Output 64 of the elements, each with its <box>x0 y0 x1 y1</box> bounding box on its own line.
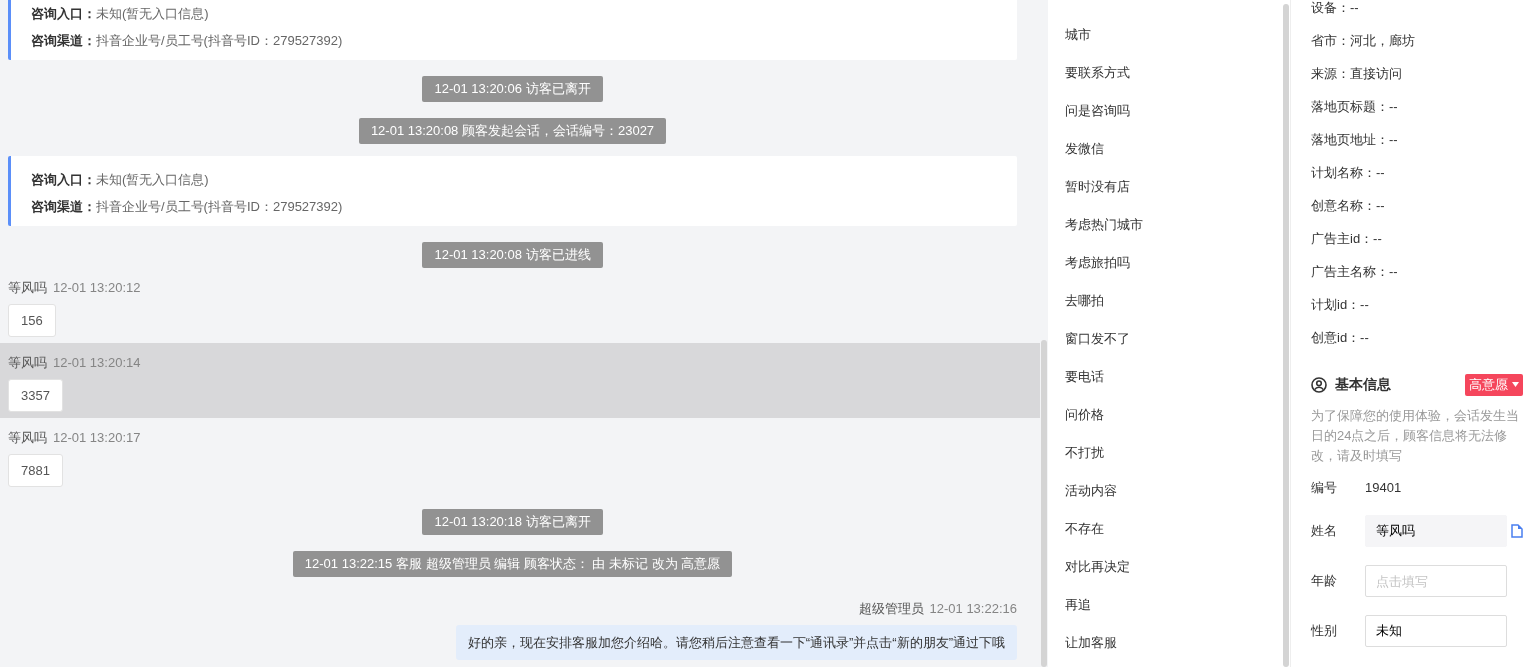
input-field[interactable]: 未知 <box>1365 615 1507 647</box>
info-text: 创意名称：-- <box>1311 197 1386 215</box>
field-value: 19401 <box>1365 478 1402 497</box>
sender-name: 等风吗 <box>8 280 47 295</box>
quick-reply-item[interactable]: 要电话 <box>1048 358 1282 396</box>
info-line: 咨询入口：未知(暂无入口信息) <box>31 5 210 23</box>
caret-icon <box>1512 382 1519 388</box>
copy-icon[interactable] <box>1511 524 1523 538</box>
info-text: 计划名称：-- <box>1311 164 1386 182</box>
info-line: 咨询入口：未知(暂无入口信息) <box>31 171 210 189</box>
message-bubble: 7881 <box>8 453 63 487</box>
scrollbar-thumb[interactable] <box>1283 4 1289 667</box>
system-message: 12-01 13:22:15 客服 超级管理员 编辑 顾客状态： 由 未标记 改为 高意愿 <box>292 551 733 577</box>
quick-reply-item[interactable]: 考虑热门城市 <box>1048 206 1282 244</box>
info-text: 落地页标题：-- <box>1311 98 1399 116</box>
scrollbar-thumb[interactable] <box>1041 340 1047 667</box>
info-text: 省市：河北，廊坊 <box>1311 32 1416 50</box>
user-icon <box>1311 376 1327 393</box>
info-text: 创意id：-- <box>1311 329 1370 347</box>
quick-reply-item[interactable]: 暂时没有店 <box>1048 168 1282 206</box>
system-message: 12-01 13:20:06 访客已离开 <box>422 76 603 102</box>
info-text: 广告主id：-- <box>1311 230 1383 248</box>
field-label: 编号 <box>1311 478 1338 497</box>
quick-reply-item[interactable]: 对比再决定 <box>1048 548 1282 586</box>
field-label: 年龄 <box>1311 572 1338 591</box>
message-time: 12-01 13:20:14 <box>53 355 141 370</box>
info-text: 落地页地址：-- <box>1311 131 1399 149</box>
sender-name: 等风吗 <box>8 355 47 370</box>
system-message: 12-01 13:20:18 访客已离开 <box>422 509 603 535</box>
quick-reply-item[interactable]: 问是咨询吗 <box>1048 92 1282 130</box>
quick-reply-item[interactable]: 去哪拍 <box>1048 282 1282 320</box>
info-text: 来源：直接访问 <box>1311 65 1403 83</box>
quick-reply-item[interactable]: 发微信 <box>1048 130 1282 168</box>
quick-reply-item[interactable]: 考虑旅拍吗 <box>1048 244 1282 282</box>
sender-name: 超级管理员 <box>858 601 924 616</box>
info-line: 咨询渠道：抖音企业号/员工号(抖音号ID：279527392) <box>31 32 344 50</box>
quick-reply-item[interactable]: 要联系方式 <box>1048 54 1282 92</box>
quick-reply-item[interactable]: 不存在 <box>1048 510 1282 548</box>
notice-text: 为了保障您的使用体验，会话发生当日的24点之后，顾客信息将无法修改，请及时填写 <box>1311 406 1520 465</box>
system-message: 12-01 13:20:08 访客已进线 <box>422 242 603 268</box>
message-time: 12-01 13:20:12 <box>53 280 141 295</box>
quick-reply-item[interactable]: 让加客服 <box>1048 624 1282 662</box>
quick-reply-item[interactable]: 再追 <box>1048 586 1282 624</box>
info-text: 计划id：-- <box>1311 296 1370 314</box>
field-label: 性别 <box>1311 622 1338 641</box>
quick-reply-item[interactable]: 不打扰 <box>1048 434 1282 472</box>
quick-reply-item[interactable]: 城市 <box>1048 16 1282 54</box>
message-bubble: 好的亲，现在安排客服加您介绍哈。请您稍后注意查看一下“通讯录”并点击“新的朋友”通过下哦 <box>455 624 1017 660</box>
name-field[interactable]: 等风吗 <box>1365 515 1507 547</box>
message-bubble: 3357 <box>8 378 63 412</box>
status-dropdown[interactable]: 高意愿 <box>1465 374 1523 396</box>
system-message: 12-01 13:20:08 顾客发起会话，会话编号：23027 <box>358 118 667 144</box>
message-time: 12-01 13:20:17 <box>53 430 141 445</box>
sender-name: 等风吗 <box>8 430 47 445</box>
field-label: 姓名 <box>1311 522 1338 541</box>
quick-reply-item[interactable]: 问价格 <box>1048 396 1282 434</box>
info-line: 咨询渠道：抖音企业号/员工号(抖音号ID：279527392) <box>31 198 344 216</box>
section-title: 基本信息 <box>1335 375 1391 395</box>
message-time: 12-01 13:22:16 <box>929 601 1017 616</box>
quick-reply-item[interactable]: 活动内容 <box>1048 472 1282 510</box>
quick-reply-item[interactable]: 窗口发不了 <box>1048 320 1282 358</box>
message-bubble: 156 <box>8 303 56 337</box>
info-text: 广告主名称：-- <box>1311 263 1399 281</box>
info-text: 设备：-- <box>1311 0 1360 17</box>
